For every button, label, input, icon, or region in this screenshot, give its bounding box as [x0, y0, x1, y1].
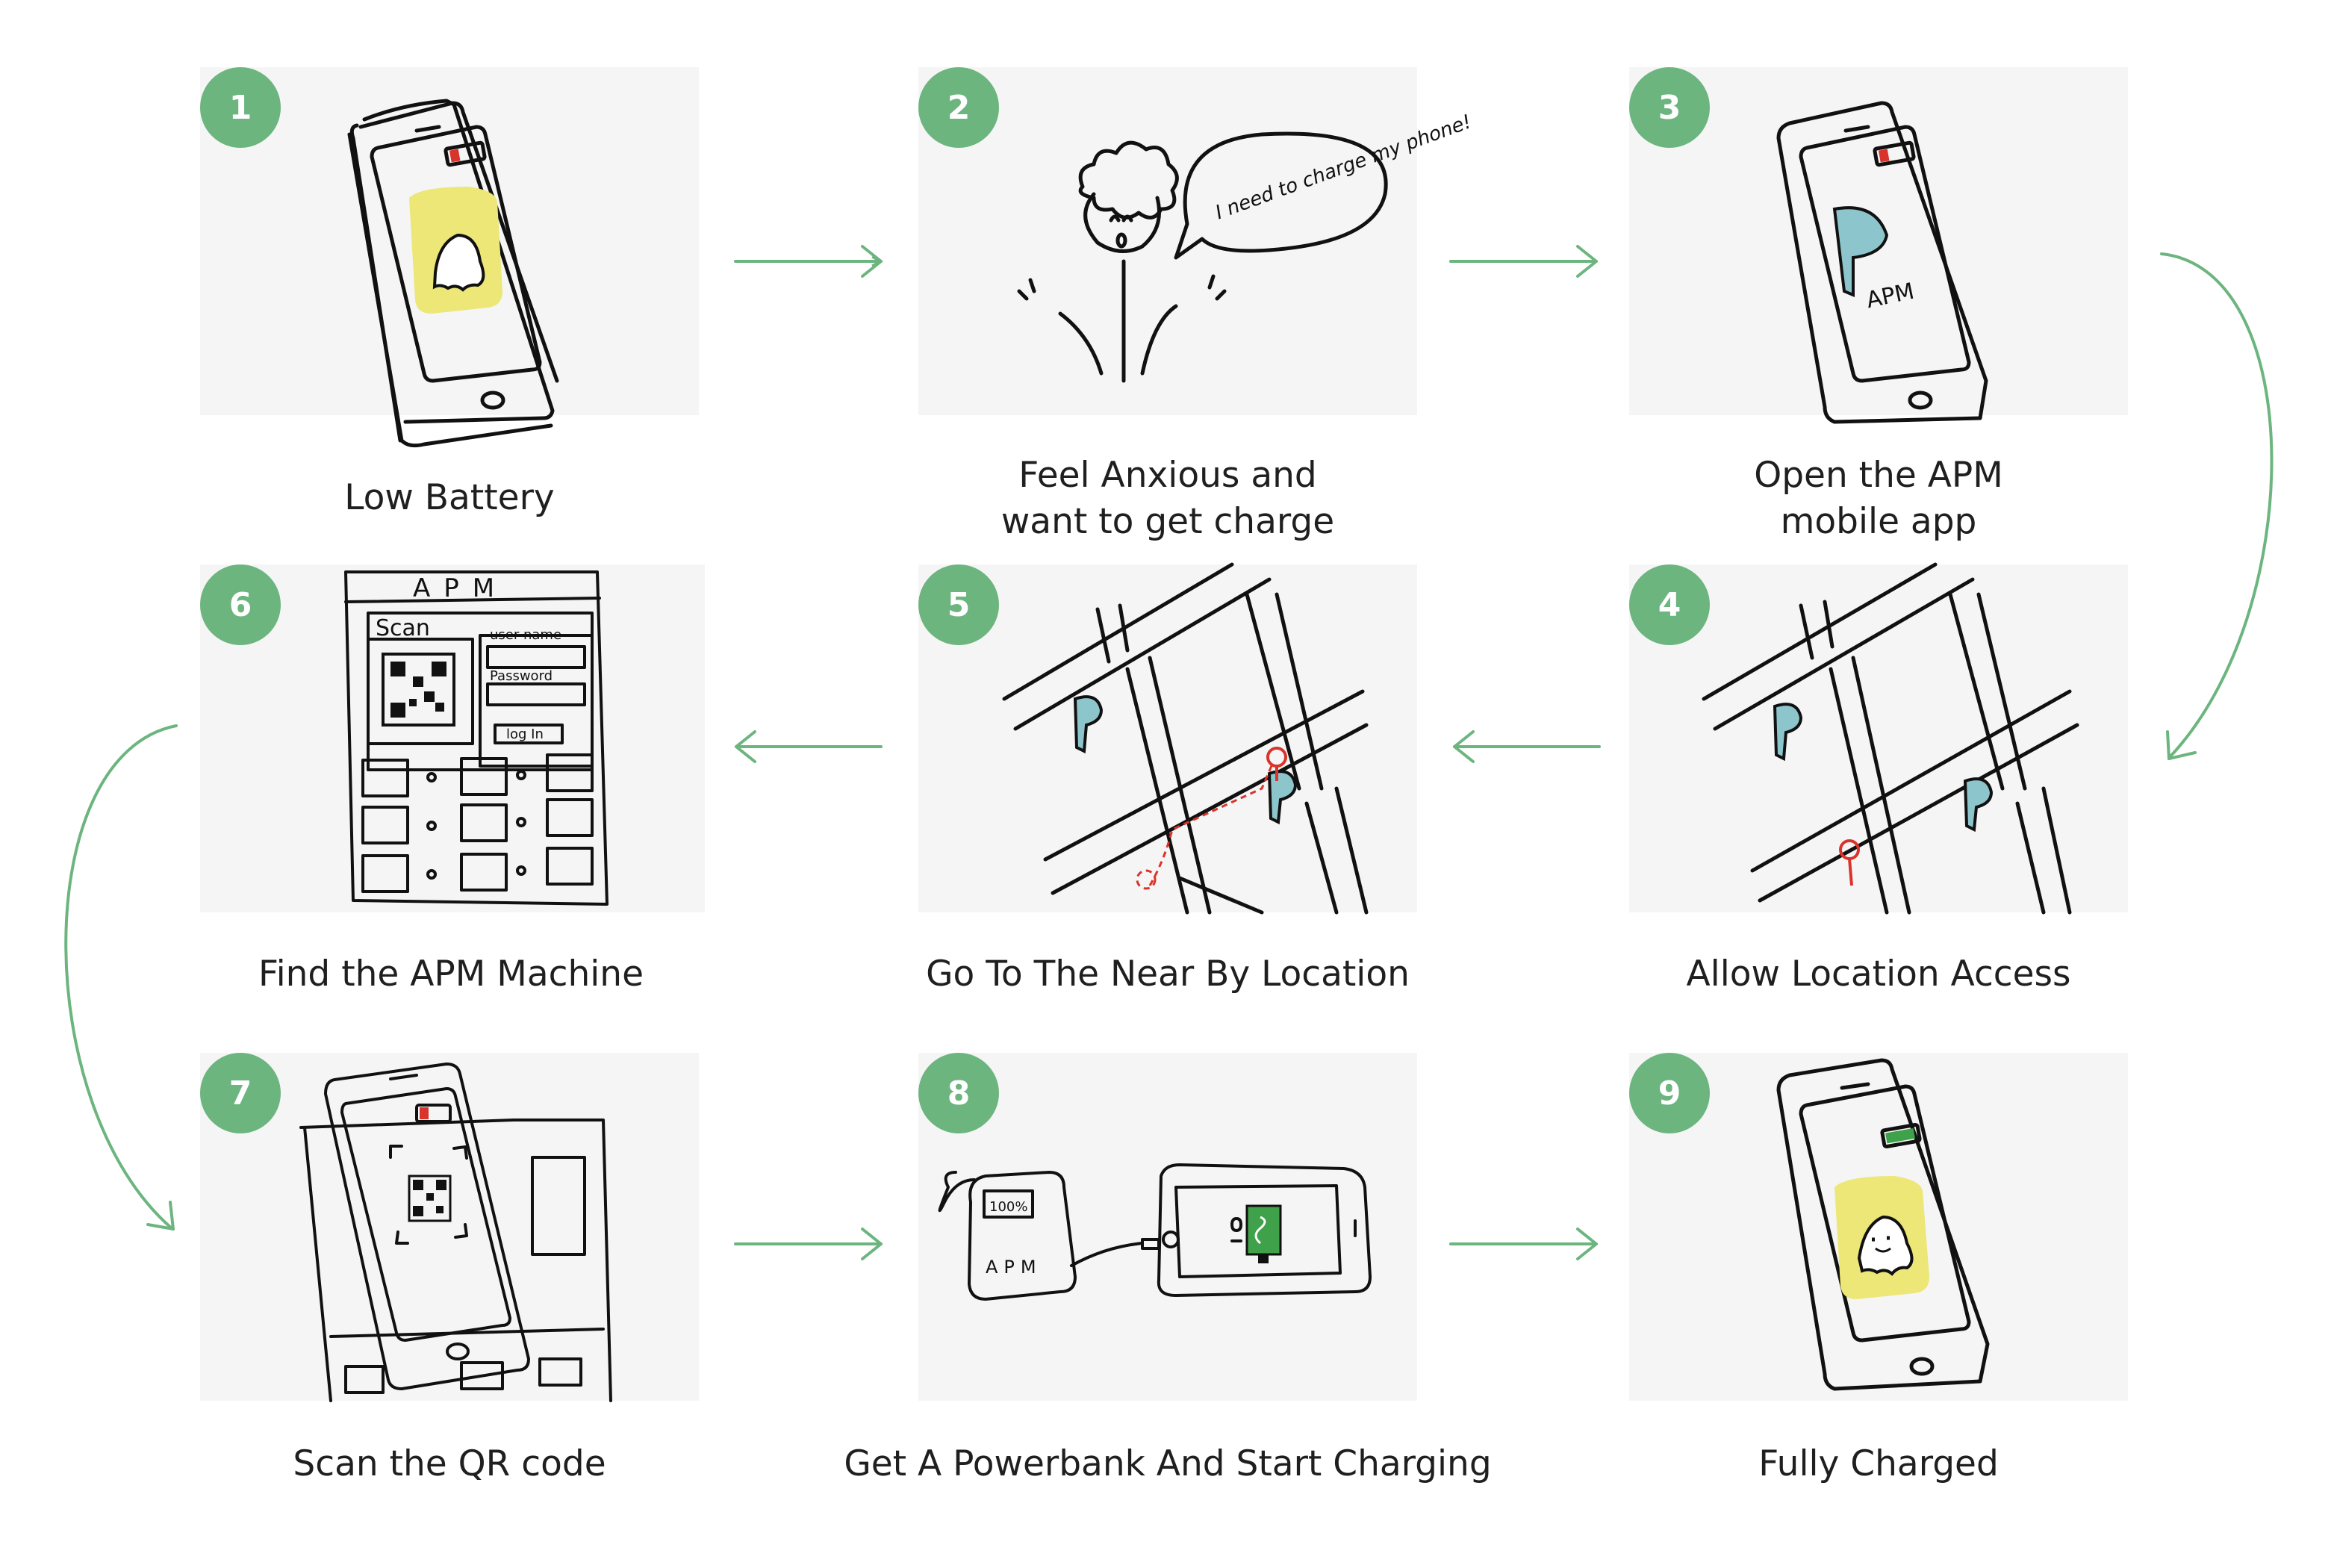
step-1-caption: Low Battery [344, 477, 555, 518]
step-number-badge: 5 [918, 564, 999, 645]
step-number-badge: 9 [1629, 1053, 1710, 1133]
step-number-badge: 3 [1629, 67, 1710, 148]
step-2-caption: Feel Anxious and want to get charge [1000, 455, 1335, 542]
step-9-caption: Fully Charged [1758, 1443, 1999, 1484]
step-6-caption: Find the APM Machine [258, 953, 644, 995]
step-5-panel: 5 [918, 564, 1417, 912]
powerbank-percent-label: 100% [989, 1199, 1027, 1215]
step-2-panel: I need to charge my phone! 2 [918, 67, 1475, 415]
step-4-caption: Allow Location Access [1686, 953, 2071, 995]
step-number-badge: 8 [918, 1053, 999, 1133]
step-8-panel: 100% APM 8 [918, 1053, 1417, 1401]
powerbank-apm-label: APM [986, 1257, 1042, 1278]
step-1-panel: 1 [200, 67, 699, 415]
step-6-panel: APM Scan user name Password log In 6 [200, 564, 705, 912]
step-7-caption: Scan the QR code [293, 1443, 606, 1484]
speech-bubble-text: I need to charge my phone! [1213, 111, 1475, 224]
machine-scan-label: Scan [376, 615, 430, 641]
arrow-3-to-4 [2160, 252, 2274, 759]
step-7-panel: 7 [200, 1053, 699, 1401]
step-number-badge: 1 [200, 67, 281, 148]
step-number-badge: 7 [200, 1053, 281, 1133]
machine-username-label: user name [490, 627, 561, 643]
step-number-badge: 2 [918, 67, 999, 148]
step-8-caption: Get A Powerbank And Start Charging [844, 1443, 1492, 1484]
step-9-panel: 9 [1629, 1053, 2128, 1401]
arrow-6-to-7 [64, 724, 178, 1230]
apm-app-label: APM [1864, 279, 1917, 314]
step-5-caption: Go To The Near By Location [926, 953, 1410, 995]
step-3-caption: Open the APM mobile app [1754, 455, 2003, 542]
machine-apm-label: APM [413, 573, 508, 603]
step-number-badge: 6 [200, 564, 281, 645]
machine-password-label: Password [490, 668, 553, 684]
step-4-panel: 4 [1629, 564, 2128, 912]
step-3-panel: APM 3 [1629, 67, 2128, 415]
step-number-badge: 4 [1629, 564, 1710, 645]
machine-login-label: log In [506, 727, 544, 742]
